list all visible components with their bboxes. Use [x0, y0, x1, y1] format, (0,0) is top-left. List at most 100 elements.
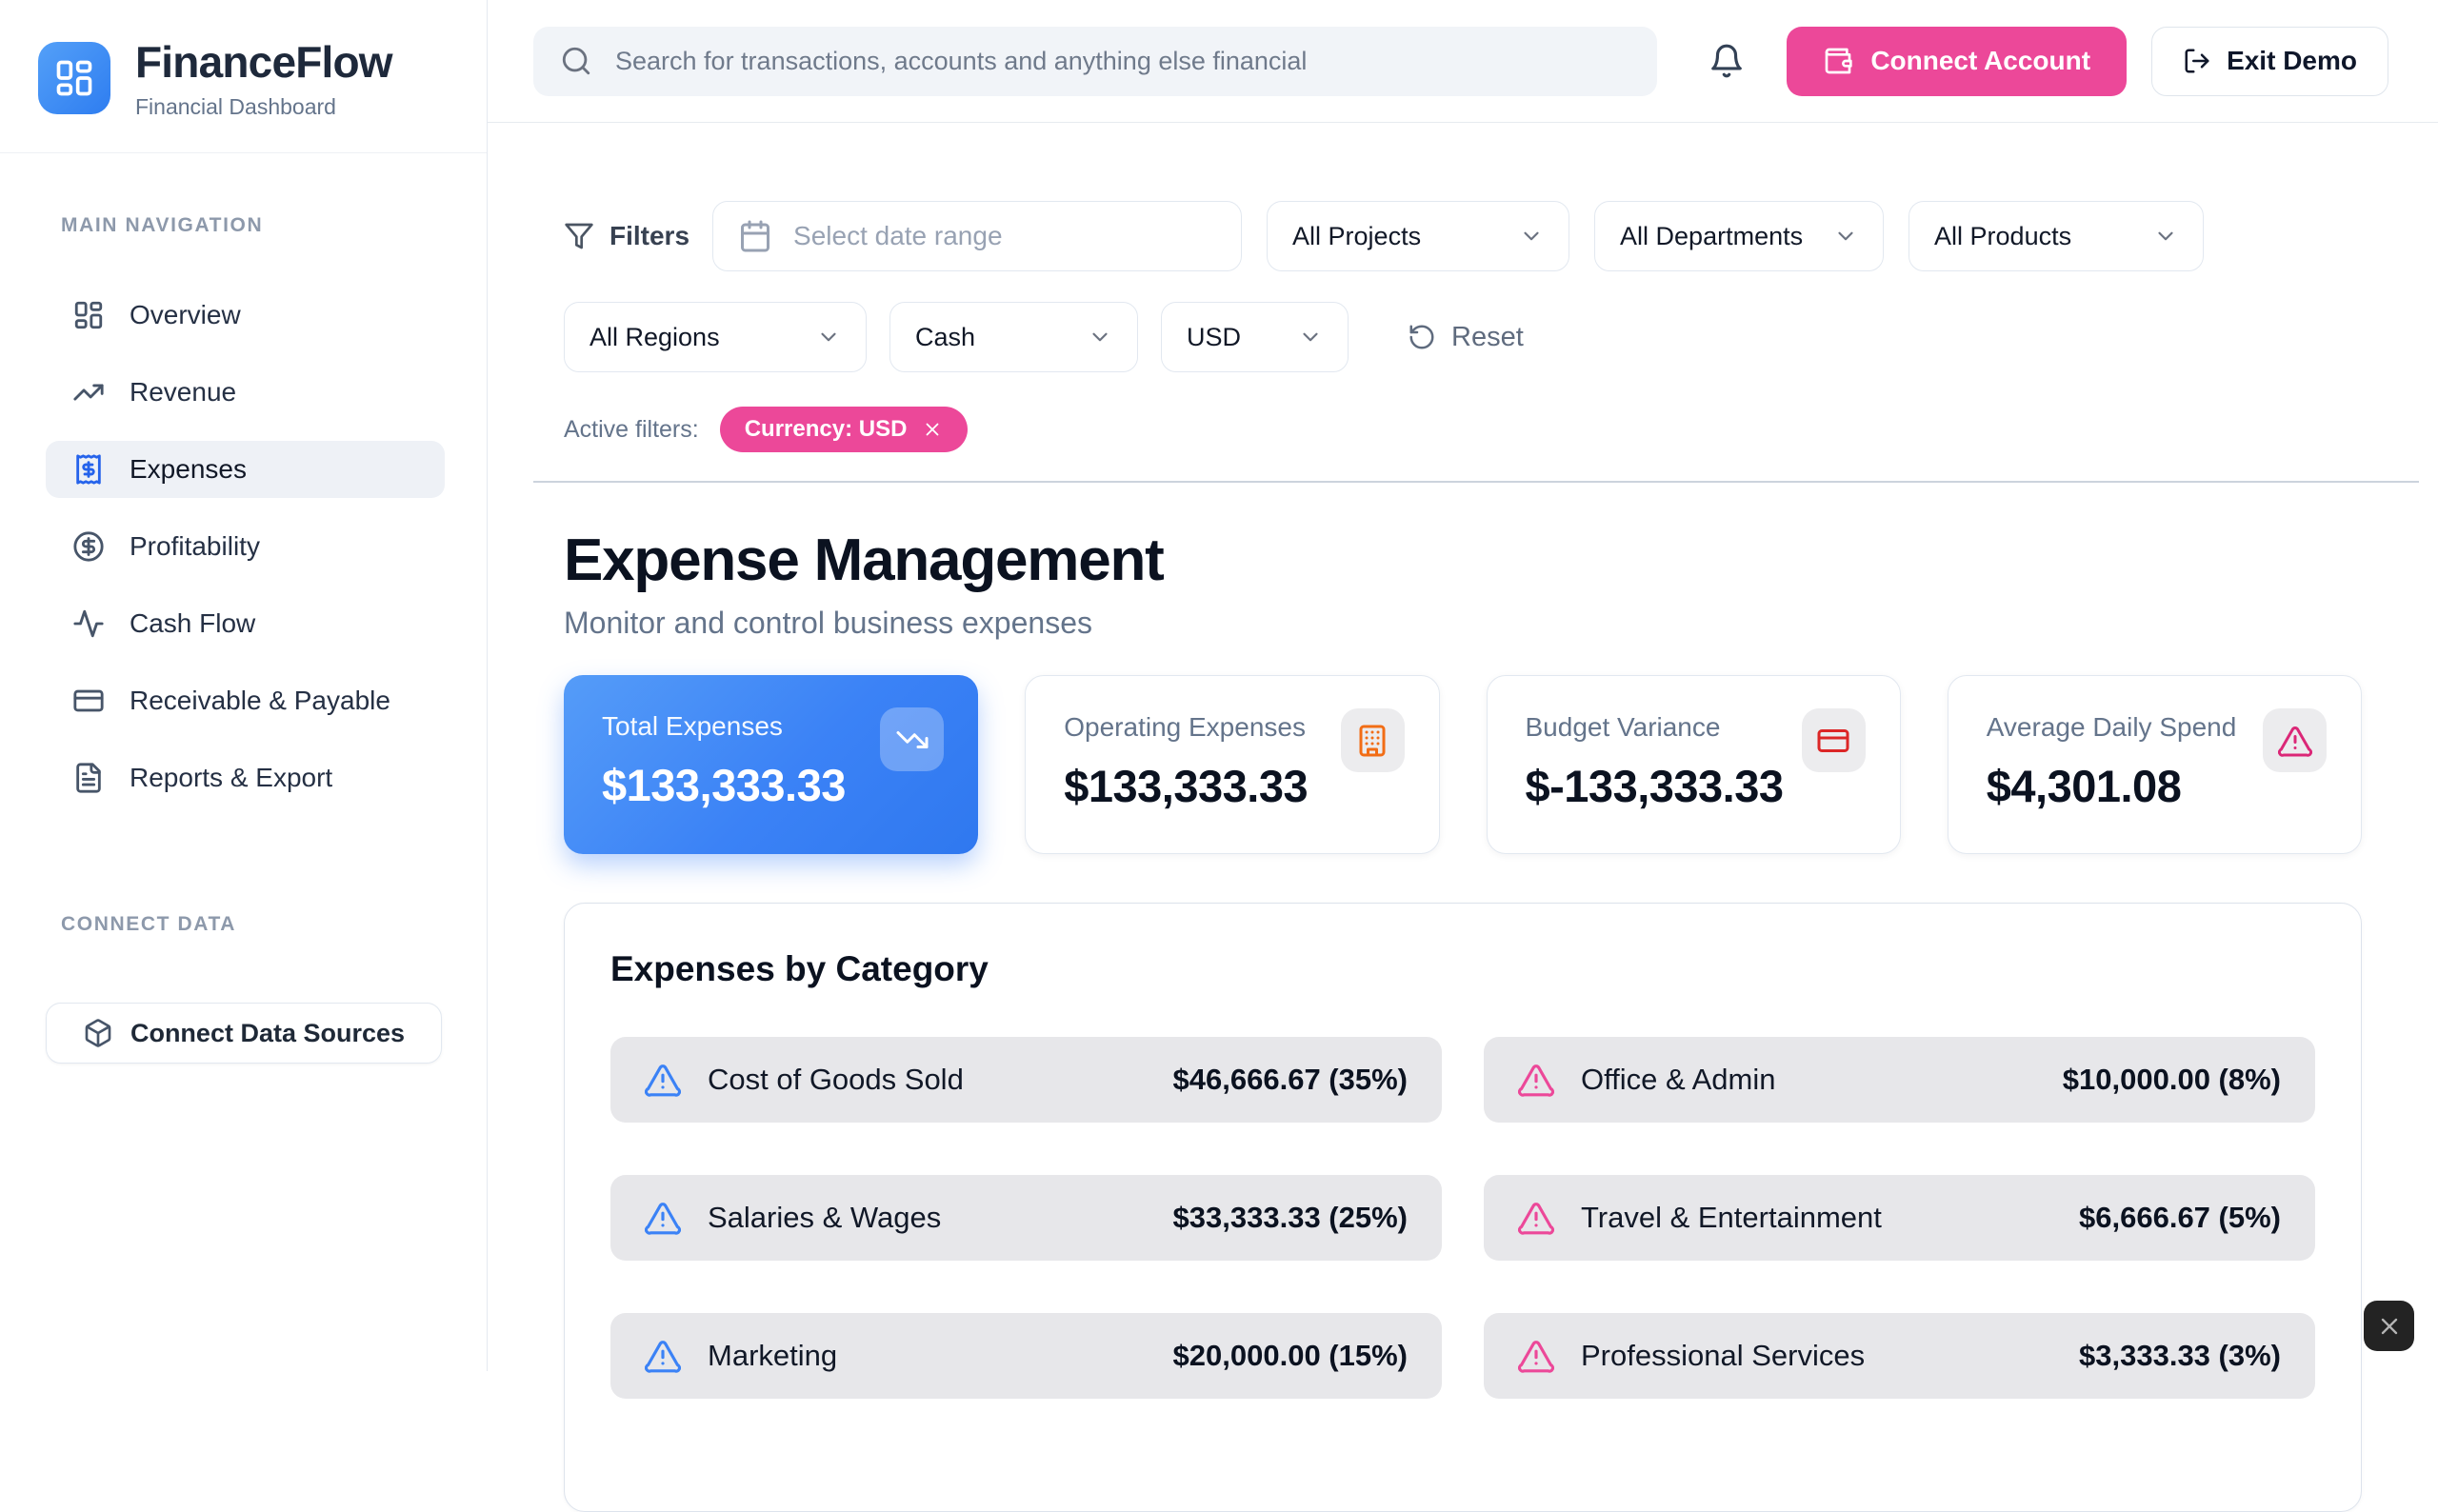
- sidebar: FinanceFlow Financial Dashboard MAIN NAV…: [0, 0, 488, 1371]
- sidebar-item-profitability[interactable]: Profitability: [46, 518, 445, 575]
- file-text-icon: [72, 762, 105, 794]
- sidebar-item-overview[interactable]: Overview: [46, 287, 445, 344]
- sidebar-item-label: Revenue: [130, 377, 236, 408]
- rotate-ccw-icon: [1408, 323, 1436, 351]
- dropdown-value: All Departments: [1620, 222, 1803, 251]
- chevron-down-icon: [2153, 224, 2178, 249]
- page-content: Expense Management Monitor and control b…: [488, 483, 2438, 1512]
- trending-down-icon: [880, 707, 944, 771]
- sidebar-item-revenue[interactable]: Revenue: [46, 364, 445, 421]
- category-amount: $46,666.67 (35%): [1173, 1063, 1408, 1097]
- reset-label: Reset: [1451, 322, 1524, 353]
- close-button[interactable]: [2364, 1301, 2414, 1351]
- category-name: Marketing: [708, 1339, 837, 1373]
- brand: FinanceFlow Financial Dashboard: [0, 0, 487, 153]
- building-icon: [1341, 708, 1405, 772]
- dropdown-all-regions[interactable]: All Regions: [564, 302, 867, 372]
- circle-dollar-icon: [72, 530, 105, 563]
- main-column: Connect Account Exit Demo Filters All Pr…: [488, 0, 2438, 1371]
- dropdown-cash[interactable]: Cash: [889, 302, 1138, 372]
- dropdown-all-projects[interactable]: All Projects: [1267, 201, 1569, 271]
- bell-icon: [1709, 43, 1745, 79]
- connect-data-sources-button[interactable]: Connect Data Sources: [46, 1003, 442, 1064]
- chevron-down-icon: [1298, 325, 1323, 349]
- sidebar-item-receivable-payable[interactable]: Receivable & Payable: [46, 672, 445, 729]
- active-filter-chip-currency-usd[interactable]: Currency: USD: [720, 407, 969, 452]
- sidebar-item-expenses[interactable]: Expenses: [46, 441, 445, 498]
- brand-tagline: Financial Dashboard: [135, 94, 392, 120]
- sidebar-item-label: Receivable & Payable: [130, 686, 390, 716]
- category-row-professional-services: Professional Services $3,333.33 (3%): [1484, 1313, 2315, 1399]
- page-title: Expense Management: [564, 527, 2362, 594]
- receipt-icon: [72, 453, 105, 486]
- sidebar-nav: Overview Revenue Expenses Profitability Cash…: [0, 287, 487, 806]
- filters-label: Filters: [564, 221, 689, 251]
- dropdown-value: All Products: [1934, 222, 2071, 251]
- stat-card-average-daily-spend: Average Daily Spend$4,301.08: [1948, 675, 2362, 854]
- sidebar-item-label: Reports & Export: [130, 763, 332, 793]
- alert-triangle-icon: [645, 1338, 681, 1374]
- chip-label: Currency: USD: [745, 416, 908, 443]
- category-amount: $33,333.33 (25%): [1173, 1201, 1408, 1235]
- close-icon: [2376, 1313, 2403, 1340]
- expenses-by-category-card: Expenses by Category Cost of Goods Sold $…: [564, 903, 2362, 1512]
- dropdown-value: USD: [1187, 323, 1241, 352]
- chevron-down-icon: [1519, 224, 1544, 249]
- dropdown-all-products[interactable]: All Products: [1908, 201, 2204, 271]
- date-range-picker[interactable]: [712, 201, 1242, 271]
- alert-triangle-icon: [1518, 1062, 1554, 1098]
- stat-card-operating-expenses: Operating Expenses$133,333.33: [1025, 675, 1439, 854]
- layout-dashboard-icon: [72, 299, 105, 331]
- calendar-icon: [738, 219, 772, 253]
- sidebar-item-reports-export[interactable]: Reports & Export: [46, 749, 445, 806]
- sidebar-item-label: Expenses: [130, 454, 247, 485]
- dropdown-usd[interactable]: USD: [1161, 302, 1349, 372]
- chevron-down-icon: [1833, 224, 1858, 249]
- exit-demo-button[interactable]: Exit Demo: [2151, 27, 2388, 96]
- filters-panel: Filters All Projects All Departments All P…: [533, 123, 2419, 483]
- category-row-salaries-wages: Salaries & Wages$33,333.33 (25%): [610, 1175, 1442, 1261]
- connect-data-sources-label: Connect Data Sources: [130, 1019, 405, 1048]
- date-range-input[interactable]: [791, 220, 1216, 252]
- search-input[interactable]: [613, 46, 1630, 77]
- trending-up-icon: [72, 376, 105, 408]
- sidebar-section-connect-data: CONNECT DATA: [61, 913, 487, 936]
- wallet-icon: [1823, 46, 1853, 76]
- sidebar-item-cash-flow[interactable]: Cash Flow: [46, 595, 445, 652]
- alert-triangle-icon: [2263, 708, 2327, 772]
- alert-triangle-icon: [1518, 1338, 1554, 1374]
- category-amount: $3,333.33 (3%): [2079, 1339, 2281, 1373]
- category-row-marketing: Marketing$20,000.00 (15%): [610, 1313, 1442, 1399]
- reset-filters-button[interactable]: Reset: [1402, 321, 1529, 354]
- chevron-down-icon: [1088, 325, 1112, 349]
- dropdown-all-departments[interactable]: All Departments: [1594, 201, 1884, 271]
- category-name: Office & Admin: [1581, 1063, 1775, 1097]
- category-row-cost-of-goods-sold: Cost of Goods Sold $46,666.67 (35%): [610, 1037, 1442, 1123]
- alert-triangle-icon: [645, 1200, 681, 1236]
- connect-account-button[interactable]: Connect Account: [1787, 27, 2127, 96]
- brand-name: FinanceFlow: [135, 36, 392, 88]
- chip-close-icon[interactable]: [922, 419, 943, 440]
- stat-card-total-expenses: Total Expenses$133,333.33: [564, 675, 978, 854]
- category-row-travel-entertainment: Travel & Entertainment$6,666.67 (5%): [1484, 1175, 2315, 1261]
- top-header: Connect Account Exit Demo: [488, 0, 2438, 123]
- stat-cards: Total Expenses$133,333.33 Operating Expen…: [564, 675, 2362, 854]
- dropdown-value: Cash: [915, 323, 975, 352]
- connect-account-label: Connect Account: [1870, 46, 2090, 76]
- category-name: Professional Services: [1581, 1339, 1865, 1373]
- notifications-button[interactable]: [1709, 43, 1745, 79]
- log-out-icon: [2183, 47, 2211, 75]
- category-amount: $6,666.67 (5%): [2079, 1201, 2281, 1235]
- activity-icon: [72, 607, 105, 640]
- sidebar-section-main-navigation: MAIN NAVIGATION: [61, 214, 487, 237]
- category-row-office-admin: Office & Admin$10,000.00 (8%): [1484, 1037, 2315, 1123]
- chevron-down-icon: [816, 325, 841, 349]
- package-icon: [83, 1018, 113, 1048]
- active-filters-label: Active filters:: [564, 416, 699, 444]
- sidebar-item-label: Overview: [130, 300, 241, 330]
- credit-card-icon: [72, 685, 105, 717]
- sidebar-item-label: Cash Flow: [130, 608, 255, 639]
- expenses-by-category-title: Expenses by Category: [610, 949, 2315, 989]
- category-name: Cost of Goods Sold: [708, 1063, 964, 1097]
- category-list: Cost of Goods Sold $46,666.67 (35%) Office…: [610, 1037, 2315, 1399]
